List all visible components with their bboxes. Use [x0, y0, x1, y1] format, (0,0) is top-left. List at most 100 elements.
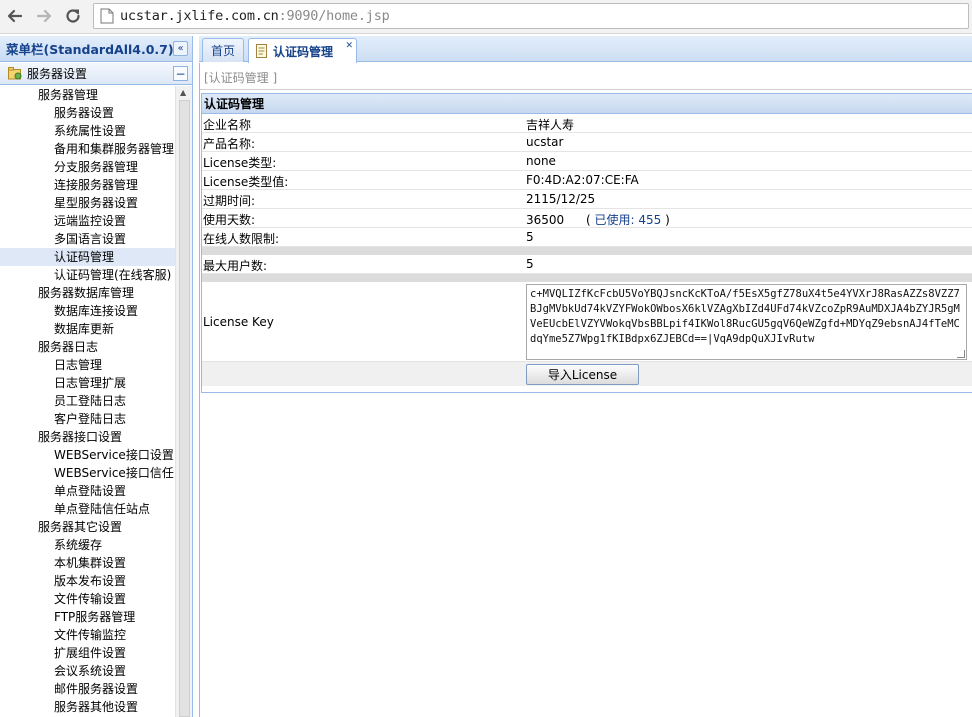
tree-leaf-item[interactable]: 分支服务器管理 — [0, 158, 192, 176]
field-label: 产品名称: — [203, 137, 256, 151]
resize-grip-icon[interactable] — [957, 350, 965, 358]
days-value: 36500 — [526, 213, 565, 227]
tree-leaf-item[interactable]: 认证码管理(在线客服) — [0, 266, 192, 284]
tree-leaf-item[interactable]: 星型服务器设置 — [0, 194, 192, 212]
breadcrumb: [认证码管理 ] — [204, 71, 278, 85]
tree-leaf-item[interactable]: 版本发布设置 — [0, 572, 192, 590]
field-label: 最大用户数: — [203, 259, 268, 273]
section-header-server-settings[interactable]: 服务器设置 − — [0, 63, 192, 85]
info-row: License类型值: F0:4D:A2:07:CE:FA — [202, 171, 972, 190]
tree-leaf-item[interactable]: 本机集群设置 — [0, 554, 192, 572]
field-value: 吉祥人寿 — [526, 118, 575, 132]
field-value: none — [526, 154, 556, 168]
field-value: 2115/12/25 — [526, 192, 596, 206]
reload-button[interactable] — [62, 5, 84, 27]
tree-leaf-item[interactable]: 备用和集群服务器管理 — [0, 140, 192, 158]
tree-leaf-item[interactable]: 员工登陆日志 — [0, 392, 192, 410]
tree-leaf-item[interactable]: 系统缓存 — [0, 536, 192, 554]
license-key-label: License Key — [203, 315, 274, 329]
field-value: ucstar — [526, 135, 564, 149]
scroll-up-arrow-icon[interactable]: ▲ — [180, 88, 186, 97]
field-label: 过期时间: — [203, 194, 256, 208]
tab-strip: 首页 认证码管理 ✕ — [199, 36, 972, 63]
tree-leaf-item[interactable]: WEBService接口信任 — [0, 464, 192, 482]
info-row-max-users: 最大用户数: 5 — [202, 255, 972, 274]
used-open-paren: ( — [586, 213, 591, 227]
tree-group-item[interactable]: 服务器管理 — [0, 86, 192, 104]
field-label: License类型: — [203, 156, 277, 170]
tab-home-label: 首页 — [211, 44, 236, 58]
menu-scrollbar[interactable]: ▲ — [175, 86, 192, 717]
button-row: 导入License — [202, 362, 972, 386]
tree-leaf-item[interactable]: 客户登陆日志 — [0, 410, 192, 428]
menu-tree: 服务器管理 服务器设置 系统属性设置 备用和集群服务器管理 分支服务器管理 连接服务器管理… — [0, 86, 192, 717]
tree-leaf-item[interactable]: 会议系统设置 — [0, 662, 192, 680]
scroll-thumb[interactable] — [179, 100, 190, 717]
field-value: 5 — [526, 230, 534, 244]
tree-leaf-item[interactable]: 日志管理扩展 — [0, 374, 192, 392]
breadcrumb-divider — [200, 89, 972, 90]
tree-group-item[interactable]: 服务器日志 — [0, 338, 192, 356]
field-value: F0:4D:A2:07:CE:FA — [526, 173, 639, 187]
tree-leaf-item[interactable]: 多国语言设置 — [0, 230, 192, 248]
license-key-textarea[interactable]: c+MVQLIZfKcFcbU5VoYBQJsncKcKToA/f5EsX5gf… — [526, 284, 967, 360]
info-row: License类型: none — [202, 152, 972, 171]
row-separator — [202, 247, 972, 255]
info-row: 使用天数: 36500 ( 已使用: 455 ) — [202, 209, 972, 228]
collapse-panel-button[interactable]: « — [173, 41, 188, 56]
used-value: 455 — [638, 213, 662, 227]
tree-leaf-item[interactable]: 文件传输设置 — [0, 590, 192, 608]
section-label: 服务器设置 — [27, 67, 88, 81]
tree-leaf-item[interactable]: 服务器其他设置 — [0, 698, 192, 716]
used-label: 已使用: — [594, 213, 635, 227]
tree-leaf-item[interactable]: 服务器设置 — [0, 104, 192, 122]
address-bar[interactable]: ucstar.jxlife.com.cn:9090/home.jsp — [93, 3, 969, 29]
document-icon — [256, 44, 267, 58]
tree-leaf-item[interactable]: 日志管理 — [0, 356, 192, 374]
import-license-button[interactable]: 导入License — [526, 364, 639, 385]
tab-home[interactable]: 首页 — [202, 38, 244, 62]
reload-icon — [66, 9, 80, 23]
menu-panel-title: 菜单栏(StandardAll4.0.7) — [6, 42, 174, 57]
menu-panel: 菜单栏(StandardAll4.0.7) « 服务器设置 − 服务器管理 服务器… — [0, 36, 193, 717]
forward-button[interactable] — [33, 5, 55, 27]
info-row: 企业名称 吉祥人寿 — [202, 114, 972, 133]
tree-leaf-item[interactable]: 单点登陆设置 — [0, 482, 192, 500]
field-value: 5 — [526, 257, 534, 271]
tree-leaf-item[interactable]: 系统属性设置 — [0, 122, 192, 140]
tree-leaf-item[interactable]: 数据库连接设置 — [0, 302, 192, 320]
back-button[interactable] — [4, 5, 26, 27]
field-label: 在线人数限制: — [203, 232, 280, 246]
back-arrow-icon — [7, 9, 23, 23]
tree-group-item[interactable]: 服务器数据库管理 — [0, 284, 192, 302]
menu-panel-header: 菜单栏(StandardAll4.0.7) « — [0, 36, 192, 62]
tree-leaf-item[interactable]: WEBService接口设置 — [0, 446, 192, 464]
tree-group-item[interactable]: 服务器接口设置 — [0, 428, 192, 446]
row-separator — [202, 274, 972, 282]
collapse-section-button[interactable]: − — [173, 66, 188, 81]
tab-license-management[interactable]: 认证码管理 ✕ — [248, 38, 357, 63]
field-label: 使用天数: — [203, 213, 256, 227]
field-label: 企业名称 — [203, 118, 252, 132]
tab-active-label: 认证码管理 — [273, 44, 334, 59]
tree-leaf-item[interactable]: 远端监控设置 — [0, 212, 192, 230]
tree-leaf-item[interactable]: 认证码管理 — [0, 248, 175, 266]
tree-leaf-item[interactable]: 邮件服务器设置 — [0, 680, 192, 698]
tree-leaf-item[interactable]: FTP服务器管理 — [0, 608, 192, 626]
minus-icon: − — [175, 66, 186, 81]
url-host: ucstar.jxlife.com.cn — [120, 8, 279, 24]
tree-leaf-item[interactable]: 单点登陆信任站点 — [0, 500, 192, 518]
field-label: License类型值: — [203, 175, 289, 189]
tree-leaf-item[interactable]: 扩展组件设置 — [0, 644, 192, 662]
info-row: 过期时间: 2115/12/25 — [202, 190, 972, 209]
field-value: 36500 ( 已使用: 455 ) — [526, 211, 670, 228]
tree-leaf-item[interactable]: 数据库更新 — [0, 320, 192, 338]
double-chevron-left-icon: « — [177, 42, 184, 54]
close-tab-icon[interactable]: ✕ — [345, 41, 353, 51]
license-key-text: c+MVQLIZfKcFcbU5VoYBQJsncKcKToA/f5EsX5gf… — [530, 288, 960, 345]
license-key-row: License Key c+MVQLIZfKcFcbU5VoYBQJsncKcK… — [202, 282, 972, 362]
tree-leaf-item[interactable]: 连接服务器管理 — [0, 176, 192, 194]
used-close-paren: ) — [665, 213, 670, 227]
tree-leaf-item[interactable]: 文件传输监控 — [0, 626, 192, 644]
tree-group-item[interactable]: 服务器其它设置 — [0, 518, 192, 536]
